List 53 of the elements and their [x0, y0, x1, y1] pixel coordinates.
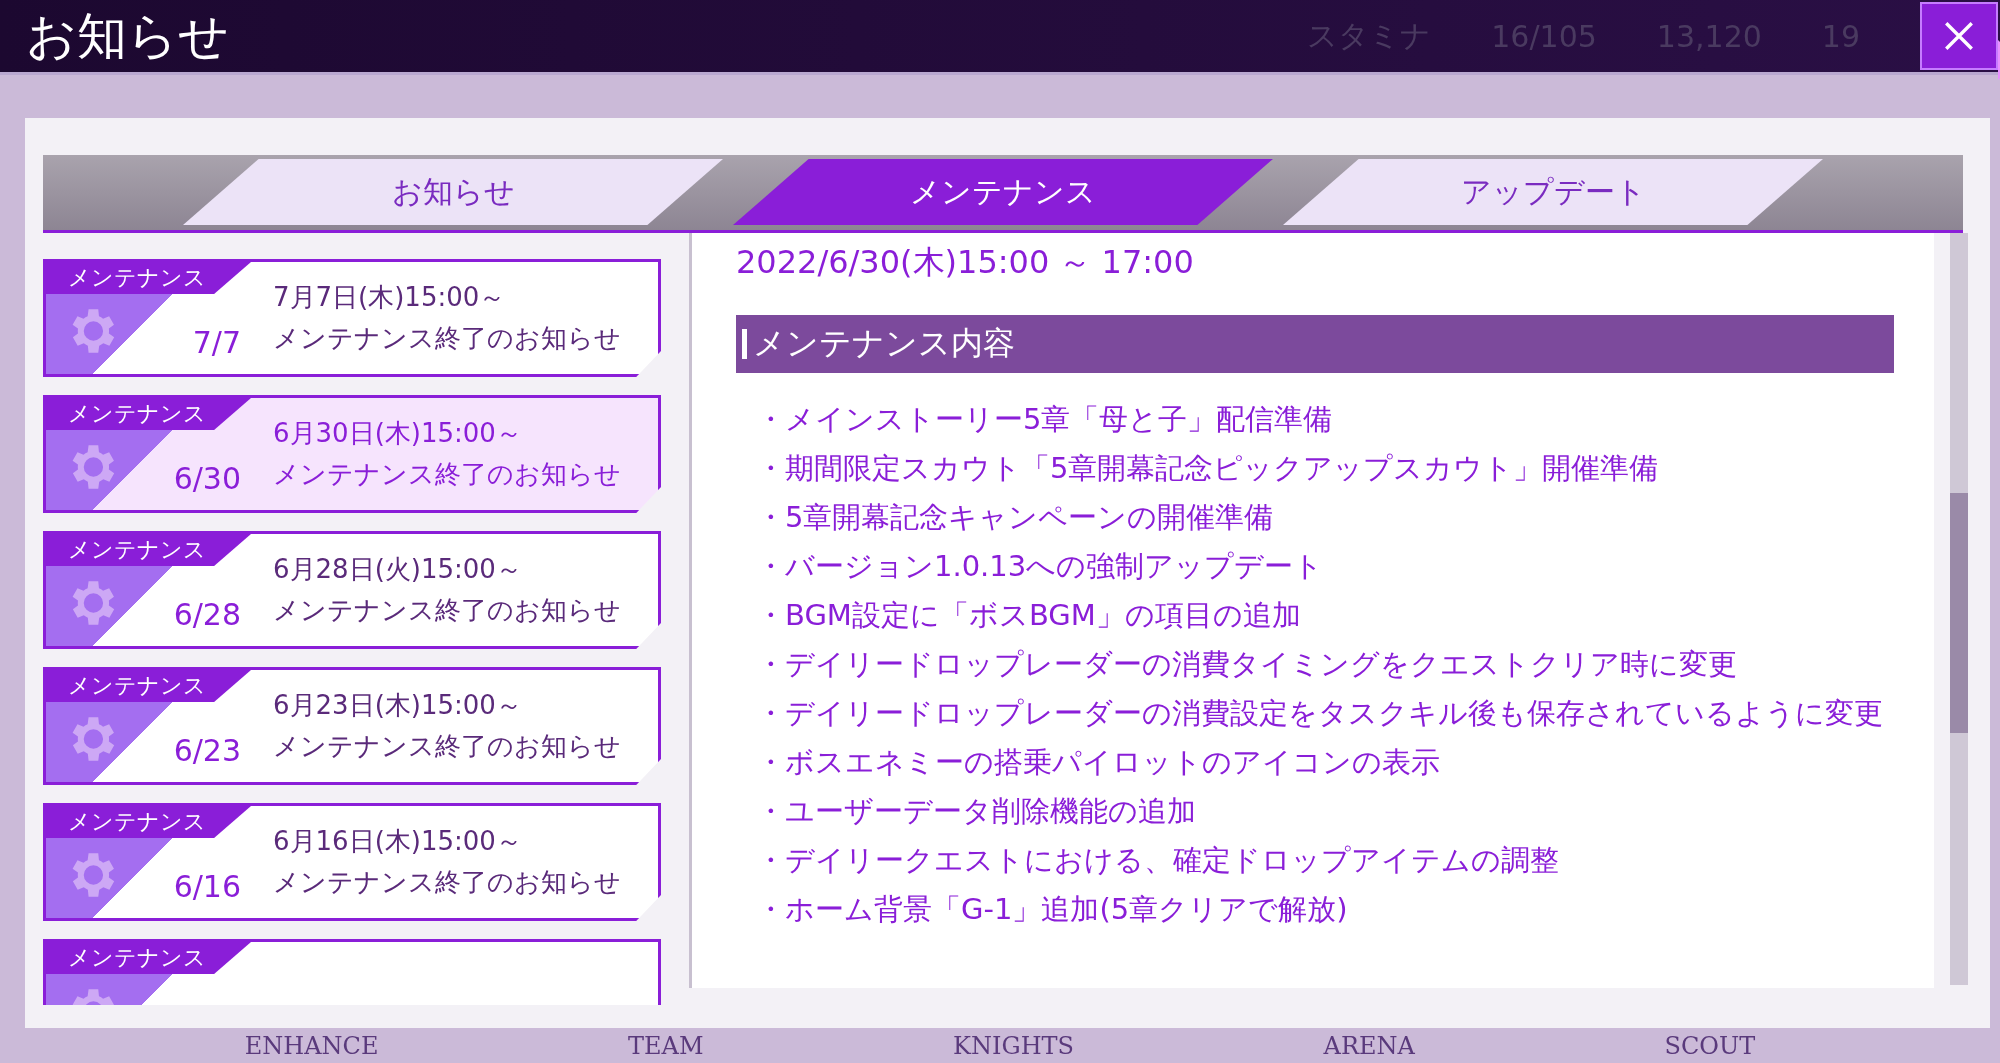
scroll-thumb[interactable] [1950, 493, 1968, 733]
notice-day: 7/7 [192, 325, 241, 360]
list-item: ・デイリードロップレーダーの消費設定をタスクキル後も保存されているように変更 [756, 695, 1884, 732]
list-item: ・デイリードロップレーダーの消費タイミングをクエストクリア時に変更 [756, 646, 1738, 683]
notice-day: 6/23 [173, 733, 241, 768]
nav-label: TEAM [628, 1031, 704, 1060]
notice-title: メンテナンス終了のお知らせ [273, 458, 621, 491]
notice-date: 6月16日(木)15:00～ [273, 825, 523, 858]
tab[interactable]: メンテナンス [733, 159, 1273, 225]
window-title: お知らせ [26, 5, 230, 67]
category-tag: メンテナンス [46, 262, 251, 294]
tab[interactable]: アップデート [1283, 159, 1823, 225]
nav-label: KNIGHTS [953, 1031, 1074, 1060]
tab[interactable]: お知らせ [183, 159, 723, 225]
notice-item[interactable]: メンテナンス 7/7 7月7日(木)15:00～ メンテナンス終了のお知らせ [43, 259, 661, 377]
notice-date: 7月7日(木)15:00～ [273, 281, 507, 314]
list-item: ・デイリークエストにおける、確定ドロップアイテムの調整 [756, 842, 1560, 879]
category-tag: メンテナンス [46, 942, 251, 974]
close-button[interactable] [1920, 2, 1998, 70]
notice-day: 6/16 [173, 869, 241, 904]
notice-title: メンテナンス終了のお知らせ [273, 730, 621, 763]
nav-label: ARENA [1323, 1031, 1415, 1060]
nav-label: SCOUT [1664, 1031, 1756, 1060]
close-icon [1942, 19, 1976, 53]
nav-label: ENHANCE [244, 1031, 379, 1060]
category-tag: メンテナンス [46, 534, 251, 566]
notice-item[interactable]: メンテナンス 6/23 6月23日(木)15:00～ メンテナンス終了のお知らせ [43, 667, 661, 785]
category-tag: メンテナンス [46, 670, 251, 702]
category-tag: メンテナンス [46, 398, 251, 430]
notice-day: 6/28 [173, 597, 241, 632]
list-item: ・バージョン1.0.13への強制アップデート [756, 548, 1325, 585]
notice-title: メンテナンス終了のお知らせ [273, 322, 621, 355]
notice-item[interactable]: メンテナンス 6/28 6月28日(火)15:00～ メンテナンス終了のお知らせ [43, 531, 661, 649]
schedule-text: 2022/6/30(木)15:00 ～ 17:00 [736, 242, 1195, 283]
notice-date: 6月23日(木)15:00～ [273, 689, 523, 722]
notice-title: メンテナンス終了のお知らせ [273, 866, 621, 899]
list-item: ・ユーザーデータ削除機能の追加 [756, 793, 1197, 830]
scrollbar[interactable] [1950, 233, 1968, 985]
list-item: ・5章開幕記念キャンペーンの開催準備 [756, 499, 1275, 536]
notice-item[interactable]: メンテナンス 6/30 6月30日(木)15:00～ メンテナンス終了のお知らせ [43, 395, 661, 513]
list-item: ・期間限定スカウト「5章開幕記念ピックアップスカウト」開催準備 [756, 450, 1660, 487]
list-item: ・BGM設定に「ボスBGM」の項目の追加 [756, 597, 1302, 634]
notice-date: 6月28日(火)15:00～ [273, 553, 523, 586]
notice-item[interactable]: メンテナンス 6/16 6月16日(木)15:00～ メンテナンス終了のお知らせ [43, 803, 661, 921]
section-heading: メンテナンス内容 [736, 315, 1894, 373]
category-tag: メンテナンス [46, 806, 251, 838]
notice-date: 6月30日(木)15:00～ [273, 417, 523, 450]
list-item: ・メインストーリー5章「母と子」配信準備 [756, 401, 1334, 438]
list-item: ・ホーム背景「G-1」追加(5章クリアで解放) [756, 891, 1349, 928]
notice-title: メンテナンス終了のお知らせ [273, 594, 621, 627]
list-item: ・ボスエネミーの搭乗パイロットのアイコンの表示 [756, 744, 1441, 781]
notice-day: 6/30 [173, 461, 241, 496]
notice-item[interactable]: メンテナンス [43, 939, 661, 1005]
